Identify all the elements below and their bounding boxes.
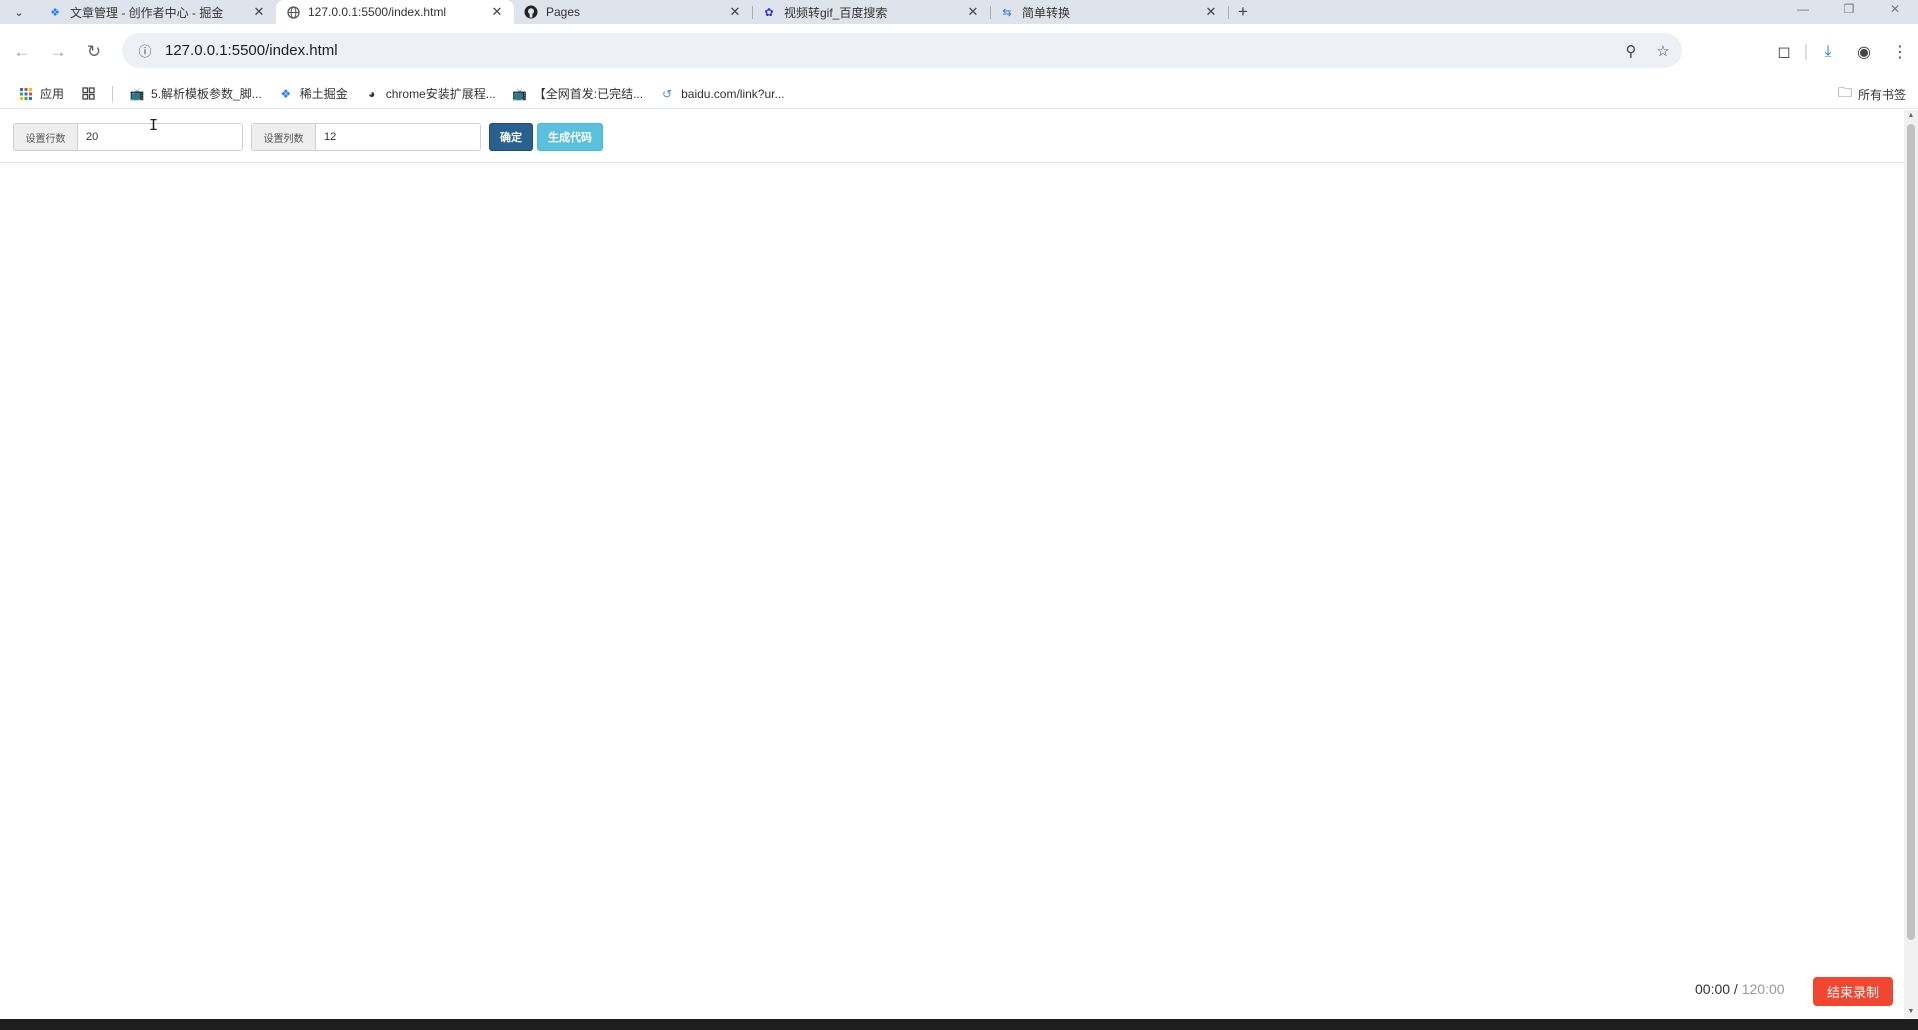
chevron-down-icon: ⌄ — [14, 6, 24, 19]
menu-icon[interactable]: ⋮ — [1882, 42, 1918, 62]
tab-title: Pages — [546, 5, 581, 19]
total-time: 120:00 — [1741, 981, 1785, 997]
page-scrollbar[interactable]: ▲ ▼ — [1904, 110, 1918, 1018]
plus-icon: + — [1238, 2, 1248, 21]
taskbar-edge — [0, 1019, 1918, 1030]
close-window-icon[interactable]: ✕ — [1872, 0, 1918, 20]
bookmark-label: chrome安装扩展程... — [385, 87, 496, 101]
bookmark-item[interactable]: 📺 5.解析模板参数_脚... — [129, 85, 262, 102]
address-url[interactable]: 127.0.0.1:5500/index.html — [165, 42, 338, 59]
tab-title: 视频转gif_百度搜索 — [784, 5, 888, 20]
tab-strip: ⌄ ❖ 文章管理 - 创作者中心 - 掘金 ✕ 127.0.0.1:5500/i… — [0, 0, 1918, 24]
juejin-icon: ❖ — [280, 86, 292, 101]
close-icon[interactable]: ✕ — [728, 4, 742, 20]
site-info-icon[interactable]: ⓘ — [130, 41, 160, 60]
recording-timer: 00:00 / 120:00 — [1695, 981, 1785, 997]
tab-title: 127.0.0.1:5500/index.html — [308, 5, 447, 19]
bookmark-item[interactable]: ❖ 稀土掘金 — [278, 85, 348, 102]
close-icon[interactable]: ✕ — [490, 4, 504, 20]
all-bookmarks[interactable]: 🗀 所有书签 — [1838, 79, 1906, 109]
minimize-icon[interactable]: — — [1780, 0, 1826, 20]
bookmark-item[interactable]: ↺ baidu.com/link?ur... — [659, 86, 784, 102]
close-icon[interactable]: ✕ — [1204, 4, 1218, 20]
text-cursor-icon: I — [149, 116, 159, 134]
juejin-icon: ❖ — [50, 6, 60, 19]
folder-icon: 🗀 — [1837, 84, 1852, 100]
cols-label: 设置列数 — [252, 124, 316, 150]
cols-input-group: 设置列数 — [251, 123, 481, 151]
arrow-right-icon: → — [49, 41, 67, 61]
star-icon[interactable]: ☆ — [1652, 42, 1674, 60]
page-viewport: 设置行数 设置列数 确定 生成代码 I — [0, 110, 1904, 1018]
bilibili-icon: 📺 — [129, 86, 145, 101]
bookmark-item[interactable]: 📺 【全网首发:已完结... — [512, 85, 643, 102]
rows-label: 设置行数 — [14, 124, 78, 150]
globe-icon: ◕ — [368, 86, 376, 101]
reload-icon: ↻ — [86, 41, 102, 61]
convert-icon: ⇆ — [1002, 6, 1012, 19]
bookmarks-bar: 应用 📺 5.解析模板参数_脚... ❖ 稀土掘金 ◕ chrome安装扩展程.… — [0, 79, 1918, 109]
restore-icon[interactable]: ❐ — [1826, 0, 1872, 20]
scroll-up-icon[interactable]: ▲ — [1904, 110, 1918, 122]
cols-input[interactable] — [316, 124, 480, 150]
bookmark-apps[interactable]: 应用 — [18, 85, 64, 102]
extensions-icon[interactable]: ◻ — [1766, 42, 1802, 62]
divider: | — [1803, 42, 1809, 60]
forward-button[interactable]: → — [40, 34, 76, 70]
new-tab-button[interactable]: + — [1228, 0, 1258, 24]
confirm-button[interactable]: 确定 — [489, 123, 533, 151]
zoom-icon[interactable]: ⚲ — [1620, 42, 1642, 60]
bookmark-label: 稀土掘金 — [299, 87, 348, 101]
reload-button[interactable]: ↻ — [76, 34, 112, 70]
rows-input[interactable] — [78, 124, 242, 150]
globe-icon — [286, 5, 300, 19]
window-controls: — ❐ ✕ — [1780, 0, 1918, 20]
back-button[interactable]: ← — [4, 34, 40, 70]
elapsed-time: 00:00 — [1695, 981, 1731, 997]
apps-grid-icon — [18, 86, 34, 102]
bookmarks-divider — [112, 85, 114, 102]
close-icon[interactable]: ✕ — [966, 4, 980, 20]
generate-code-button[interactable]: 生成代码 — [537, 123, 603, 151]
scrollbar-thumb[interactable] — [1907, 124, 1915, 940]
all-bookmarks-label: 所有书签 — [1857, 87, 1906, 102]
address-bar[interactable]: ⓘ 127.0.0.1:5500/index.html ⚲ ☆ — [122, 33, 1682, 68]
browser-toolbar: ← → ↻ ⓘ 127.0.0.1:5500/index.html ⚲ ☆ ◻ … — [0, 24, 1918, 79]
baidu-icon: ✿ — [764, 6, 774, 19]
bookmark-label: 【全网首发:已完结... — [533, 87, 644, 101]
rows-input-group: 设置行数 — [13, 123, 243, 151]
toolbar-actions: ◻ | ⤓ ◉ ⋮ — [1766, 24, 1918, 79]
bookmark-label: 应用 — [40, 87, 65, 101]
tab-pages[interactable]: Pages ✕ — [514, 0, 753, 24]
link-icon: ↺ — [662, 86, 673, 101]
bookmark-tab-groups[interactable] — [80, 86, 102, 102]
tab-convert[interactable]: ⇆ 简单转换 ✕ — [990, 0, 1229, 24]
bilibili-icon: 📺 — [512, 86, 528, 101]
bookmark-label: baidu.com/link?ur... — [681, 86, 785, 101]
tab-title: 文章管理 - 创作者中心 - 掘金 — [70, 5, 224, 20]
download-icon[interactable]: ⤓ — [1810, 43, 1846, 61]
close-icon[interactable]: ✕ — [252, 4, 266, 20]
timer-separator: / — [1730, 981, 1742, 997]
stop-recording-button[interactable]: 结束录制 — [1813, 977, 1893, 1006]
address-bar-actions: ⚲ ☆ — [1620, 33, 1674, 68]
scroll-down-icon[interactable]: ▼ — [1904, 1006, 1918, 1018]
tab-groups-icon — [80, 86, 96, 102]
tab-separator — [1228, 6, 1229, 19]
tab-title: 简单转换 — [1022, 5, 1071, 20]
tab-juejin[interactable]: ❖ 文章管理 - 创作者中心 - 掘金 ✕ — [38, 0, 277, 24]
tab-localhost[interactable]: 127.0.0.1:5500/index.html ✕ — [276, 0, 514, 24]
arrow-left-icon: ← — [13, 41, 31, 61]
tab-baidu[interactable]: ✿ 视频转gif_百度搜索 ✕ — [752, 0, 991, 24]
grid-settings-bar: 设置行数 设置列数 确定 生成代码 I — [0, 110, 1904, 163]
bookmark-item[interactable]: ◕ chrome安装扩展程... — [364, 85, 496, 102]
profile-icon[interactable]: ◉ — [1846, 42, 1882, 62]
github-icon — [524, 5, 538, 19]
tab-search-button[interactable]: ⌄ — [0, 0, 38, 24]
bookmark-label: 5.解析模板参数_脚... — [151, 87, 262, 101]
